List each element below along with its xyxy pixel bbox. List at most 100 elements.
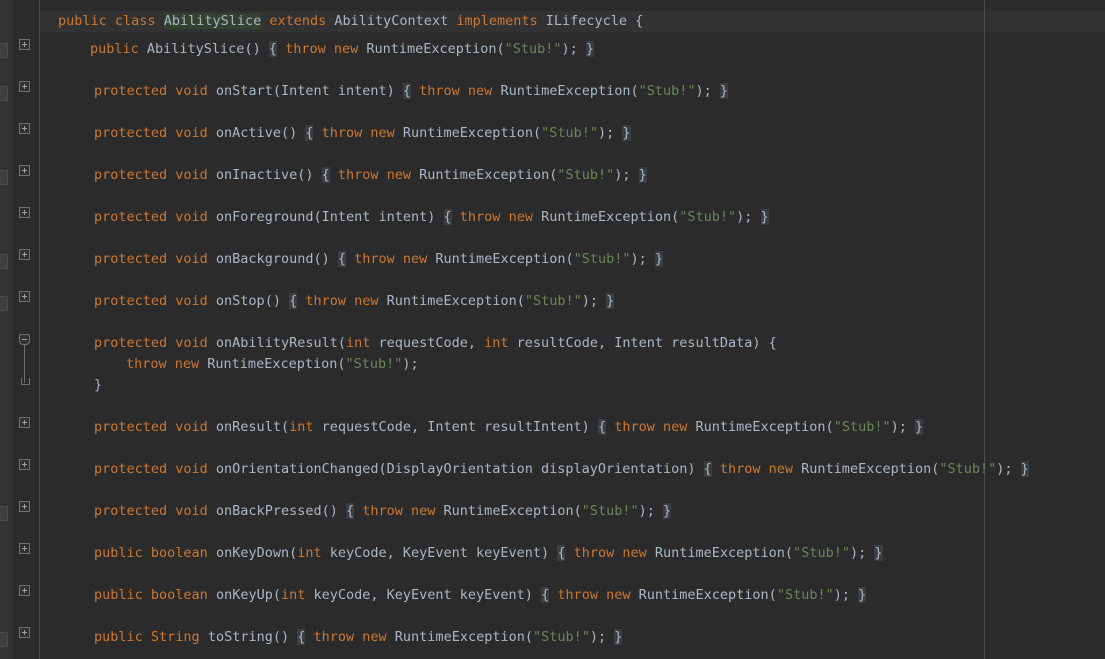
- implementing-method-icon[interactable]: [0, 254, 8, 269]
- implementing-method-icon[interactable]: [0, 43, 8, 58]
- code-token: void: [175, 335, 216, 351]
- implementing-method-icon[interactable]: [0, 86, 8, 101]
- code-token: ILifecycle {: [545, 13, 644, 29]
- code-editor[interactable]: public class AbilitySlice extends Abilit…: [0, 0, 1105, 659]
- code-line[interactable]: public boolean onKeyDown(int keyCode, Ke…: [94, 543, 883, 564]
- code-line[interactable]: public String toString() { throw new Run…: [94, 627, 623, 648]
- code-token: int: [280, 587, 314, 603]
- code-line[interactable]: protected void onStart(Intent intent) { …: [94, 81, 729, 102]
- fold-plus-icon[interactable]: [19, 543, 30, 554]
- code-token: "Stub!": [776, 587, 834, 603]
- fold-plus-icon[interactable]: [19, 501, 30, 512]
- code-token: toString(): [207, 629, 298, 645]
- implementing-method-icon[interactable]: [0, 170, 8, 185]
- code-token: );: [614, 167, 639, 183]
- code-line[interactable]: protected void onBackground() { throw ne…: [94, 249, 664, 270]
- code-token: }: [94, 377, 103, 393]
- code-token: );: [890, 419, 915, 435]
- code-token: void: [175, 419, 216, 435]
- code-line[interactable]: protected void onOrientationChanged(Disp…: [94, 459, 1029, 480]
- code-line[interactable]: throw new RuntimeException("Stub!");: [126, 354, 419, 375]
- implementing-method-icon[interactable]: [0, 632, 8, 647]
- code-token: onKeyDown(: [215, 545, 298, 561]
- code-line[interactable]: public class AbilitySlice extends Abilit…: [58, 11, 643, 32]
- code-token: public: [94, 629, 151, 645]
- code-token: protected: [94, 503, 176, 519]
- code-token: }: [1020, 461, 1029, 477]
- code-token: RuntimeException(: [402, 125, 542, 141]
- code-token: int: [484, 335, 517, 351]
- code-token: }: [654, 251, 664, 267]
- code-token: requestCode, Intent resultIntent): [321, 419, 598, 435]
- code-token: onStop(): [215, 293, 290, 309]
- code-token: AbilitySlice(): [146, 41, 269, 57]
- code-token: void: [175, 293, 216, 309]
- code-line[interactable]: protected void onForeground(Intent inten…: [94, 207, 769, 228]
- code-token: }: [858, 587, 867, 603]
- code-token: RuntimeException(: [695, 419, 834, 435]
- code-line[interactable]: protected void onBackPressed() { throw n…: [94, 501, 672, 522]
- code-token: void: [175, 125, 216, 141]
- code-token: }: [606, 293, 615, 309]
- code-token: );: [695, 83, 720, 99]
- gutter-marker-column[interactable]: [0, 0, 13, 659]
- code-token: int: [289, 419, 322, 435]
- implementing-method-icon[interactable]: [0, 296, 8, 311]
- fold-plus-icon[interactable]: [19, 585, 30, 596]
- code-line[interactable]: }: [94, 375, 102, 396]
- code-line[interactable]: public boolean onKeyUp(int keyCode, KeyE…: [94, 585, 867, 606]
- code-token: );: [581, 293, 607, 309]
- code-line[interactable]: protected void onStop() { throw new Runt…: [94, 291, 615, 312]
- code-token: );: [996, 461, 1021, 477]
- code-token: keyCode, KeyEvent keyEvent): [313, 587, 542, 603]
- code-line[interactable]: protected void onActive() { throw new Ru…: [94, 123, 631, 144]
- fold-plus-icon[interactable]: [19, 81, 30, 92]
- code-token: "Stub!": [541, 125, 598, 141]
- code-token: AbilitySlice: [163, 13, 262, 29]
- code-token: int: [297, 545, 330, 561]
- code-token: new: [174, 356, 208, 372]
- code-token: void: [175, 503, 216, 519]
- fold-plus-icon[interactable]: [19, 123, 30, 134]
- fold-plus-icon[interactable]: [19, 459, 30, 470]
- fold-plus-icon[interactable]: [19, 39, 30, 50]
- code-token: throw: [321, 125, 371, 141]
- code-text-area[interactable]: public class AbilitySlice extends Abilit…: [40, 0, 1105, 659]
- code-token: throw: [419, 83, 468, 99]
- code-token: public: [94, 587, 151, 603]
- implementing-method-icon[interactable]: [0, 506, 8, 521]
- code-token: {: [597, 419, 607, 435]
- code-line[interactable]: protected void onResult(int requestCode,…: [94, 417, 924, 438]
- code-token: }: [914, 419, 924, 435]
- fold-plus-icon[interactable]: [19, 417, 30, 428]
- code-token: RuntimeException(: [207, 356, 346, 372]
- fold-plus-icon[interactable]: [19, 207, 30, 218]
- fold-minus-icon[interactable]: [19, 334, 30, 345]
- code-token: new: [354, 293, 387, 309]
- code-token: onResult(: [215, 419, 290, 435]
- code-token: onInactive(): [215, 167, 322, 183]
- fold-plus-icon[interactable]: [19, 291, 30, 302]
- code-token: "Stub!": [573, 251, 631, 267]
- code-token: }: [638, 167, 647, 183]
- fold-plus-icon[interactable]: [19, 249, 30, 260]
- code-token: );: [561, 41, 586, 57]
- code-token: new: [370, 125, 403, 141]
- code-token: resultCode, Intent resultData) {: [516, 335, 777, 351]
- fold-end-icon[interactable]: [19, 378, 30, 386]
- code-token: RuntimeException(: [366, 41, 505, 57]
- code-line[interactable]: protected void onInactive() { throw new …: [94, 165, 647, 186]
- editor-gutter[interactable]: [0, 0, 13, 659]
- fold-plus-icon[interactable]: [19, 165, 30, 176]
- code-line[interactable]: protected void onAbilityResult(int reque…: [94, 333, 777, 354]
- code-folding-strip[interactable]: [13, 0, 40, 659]
- code-token: }: [585, 41, 595, 57]
- code-token: void: [175, 461, 216, 477]
- code-line[interactable]: public AbilitySlice() { throw new Runtim…: [90, 39, 595, 60]
- code-token: onStart(Intent intent): [215, 83, 403, 99]
- fold-plus-icon[interactable]: [19, 627, 30, 638]
